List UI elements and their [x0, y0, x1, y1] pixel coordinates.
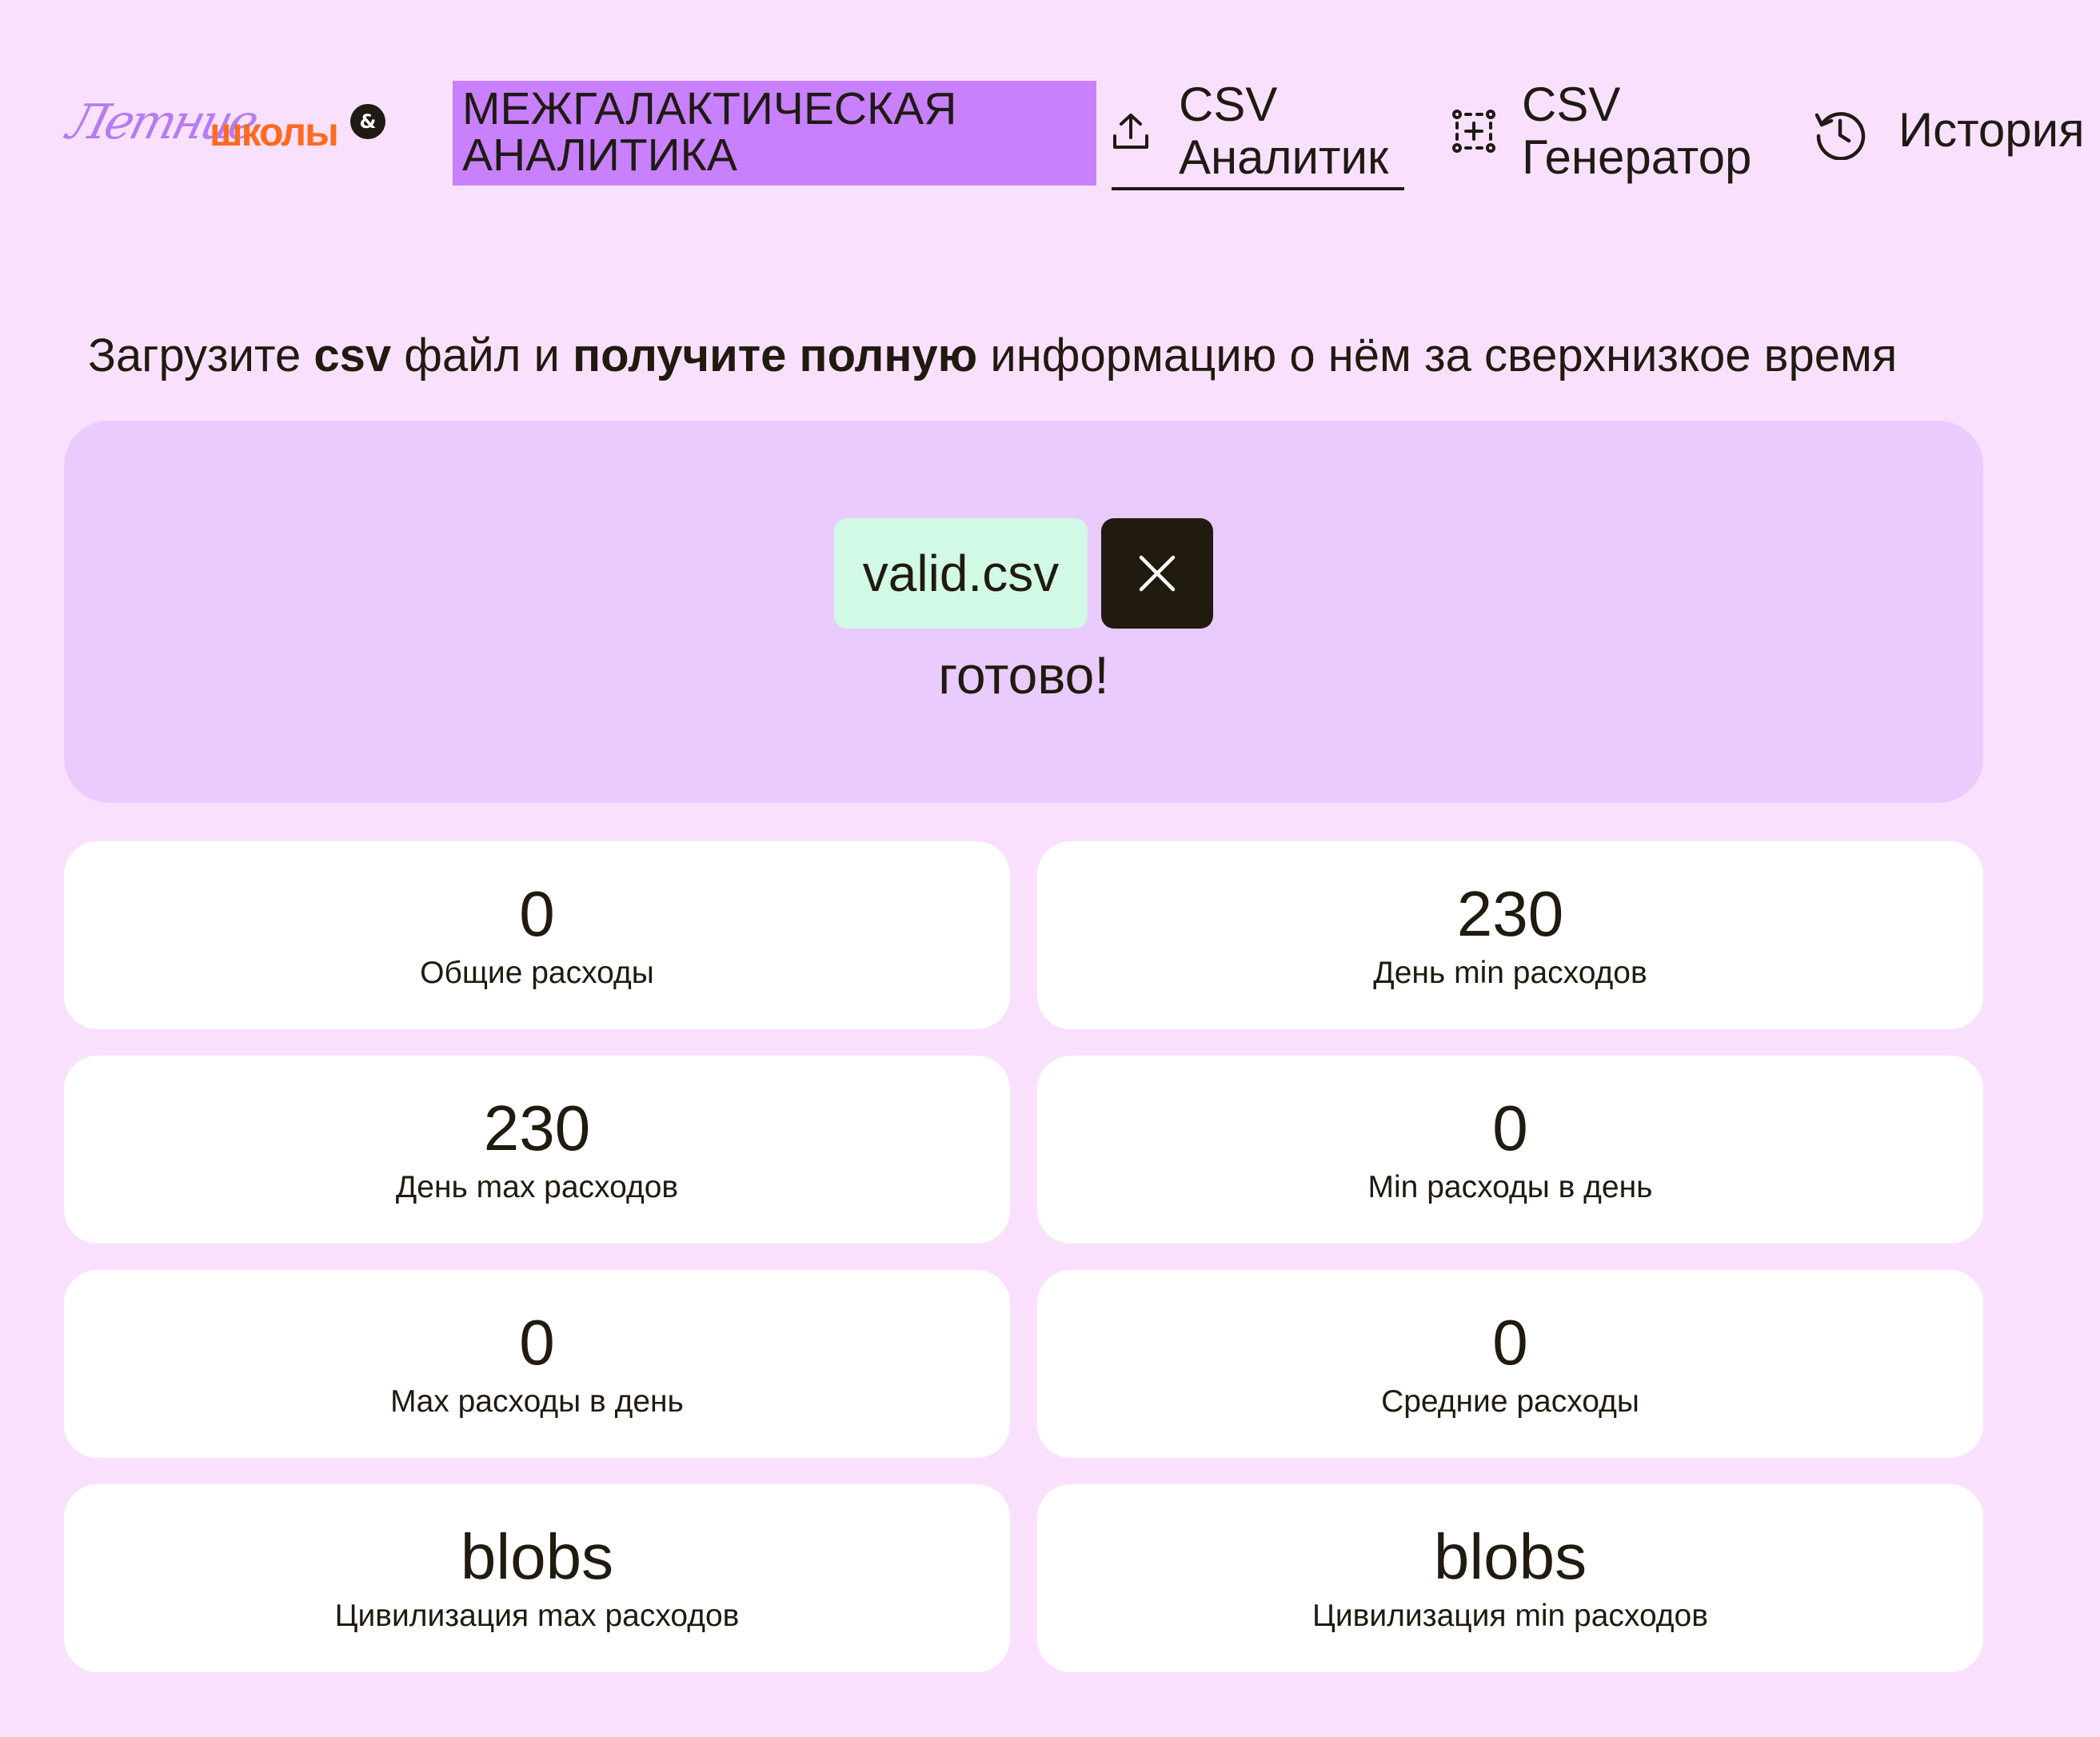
nav-history[interactable]: История: [1814, 104, 2086, 168]
nav-csv-generator-label: CSV Генератор: [1522, 78, 1752, 184]
stat-label: Цивилизация max расходов: [334, 1599, 740, 1633]
stat-value: 0: [1492, 1307, 1528, 1378]
stat-value: 0: [1492, 1092, 1528, 1164]
stat-card-max-expenses-per-day: 0 Max расходы в день: [64, 1270, 1010, 1458]
app-title-line2: АНАЛИТИКА: [462, 130, 737, 181]
nav-csv-analyzer[interactable]: CSV Аналитик: [1112, 78, 1407, 194]
stat-value: blobs: [1433, 1521, 1587, 1592]
active-tab-underline: [1112, 187, 1404, 190]
stat-card-total-expenses: 0 Общие расходы: [64, 841, 1010, 1029]
stat-label: Max расходы в день: [390, 1384, 684, 1419]
history-clock-icon: [1814, 107, 1866, 164]
stat-label: Цивилизация min расходов: [1312, 1599, 1708, 1633]
stat-card-min-expenses-per-day: 0 Min расходы в день: [1037, 1056, 1983, 1244]
nav-csv-analyzer-label: CSV Аналитик: [1179, 78, 1389, 184]
stat-value: blobs: [460, 1521, 614, 1592]
nav-csv-generator[interactable]: CSV Генератор: [1451, 78, 1771, 194]
stat-value: 0: [519, 1307, 555, 1378]
stat-value: 0: [519, 878, 555, 949]
page: Летние школы & МЕЖГАЛАКТИЧЕСКАЯ АНАЛИТИК…: [0, 0, 2100, 1737]
stat-card-average-expenses: 0 Средние расходы: [1037, 1270, 1983, 1458]
remove-file-button[interactable]: [1101, 518, 1213, 629]
upload-dropzone[interactable]: valid.csv готово!: [64, 421, 1983, 803]
tagline: Загрузите csv файл и получите полную инф…: [88, 329, 1898, 381]
generate-icon: [1451, 109, 1496, 158]
app-title-line1: МЕЖГАЛАКТИЧЕСКАЯ: [462, 83, 957, 134]
stat-value: 230: [483, 1092, 591, 1164]
stat-card-min-expense-day: 230 День min расходов: [1037, 841, 1983, 1029]
header: Летние школы & МЕЖГАЛАКТИЧЕСКАЯ АНАЛИТИК…: [0, 0, 2100, 208]
stat-card-max-expense-day: 230 День max расходов: [64, 1056, 1010, 1244]
stat-card-min-expense-civilization: blobs Цивилизация min расходов: [1037, 1484, 1983, 1672]
nav-history-label: История: [1898, 103, 2085, 157]
logo[interactable]: Летние школы &: [62, 94, 389, 174]
stat-label: Общие расходы: [420, 956, 654, 990]
stat-label: Min расходы в день: [1367, 1170, 1653, 1204]
stat-label: День min расходов: [1373, 956, 1647, 990]
upload-status: готово!: [938, 645, 1109, 705]
stat-label: Средние расходы: [1381, 1384, 1639, 1419]
stat-value: 230: [1456, 878, 1564, 949]
upload-icon: [1112, 112, 1150, 156]
stat-label: День max расходов: [395, 1170, 679, 1204]
stat-card-max-expense-civilization: blobs Цивилизация max расходов: [64, 1484, 1010, 1672]
close-icon: [1139, 555, 1176, 592]
logo-badge: &: [350, 104, 385, 139]
uploaded-file-name: valid.csv: [834, 518, 1088, 629]
app-title: МЕЖГАЛАКТИЧЕСКАЯ АНАЛИТИКА: [453, 81, 1096, 186]
logo-bold-text: школы: [210, 110, 339, 154]
